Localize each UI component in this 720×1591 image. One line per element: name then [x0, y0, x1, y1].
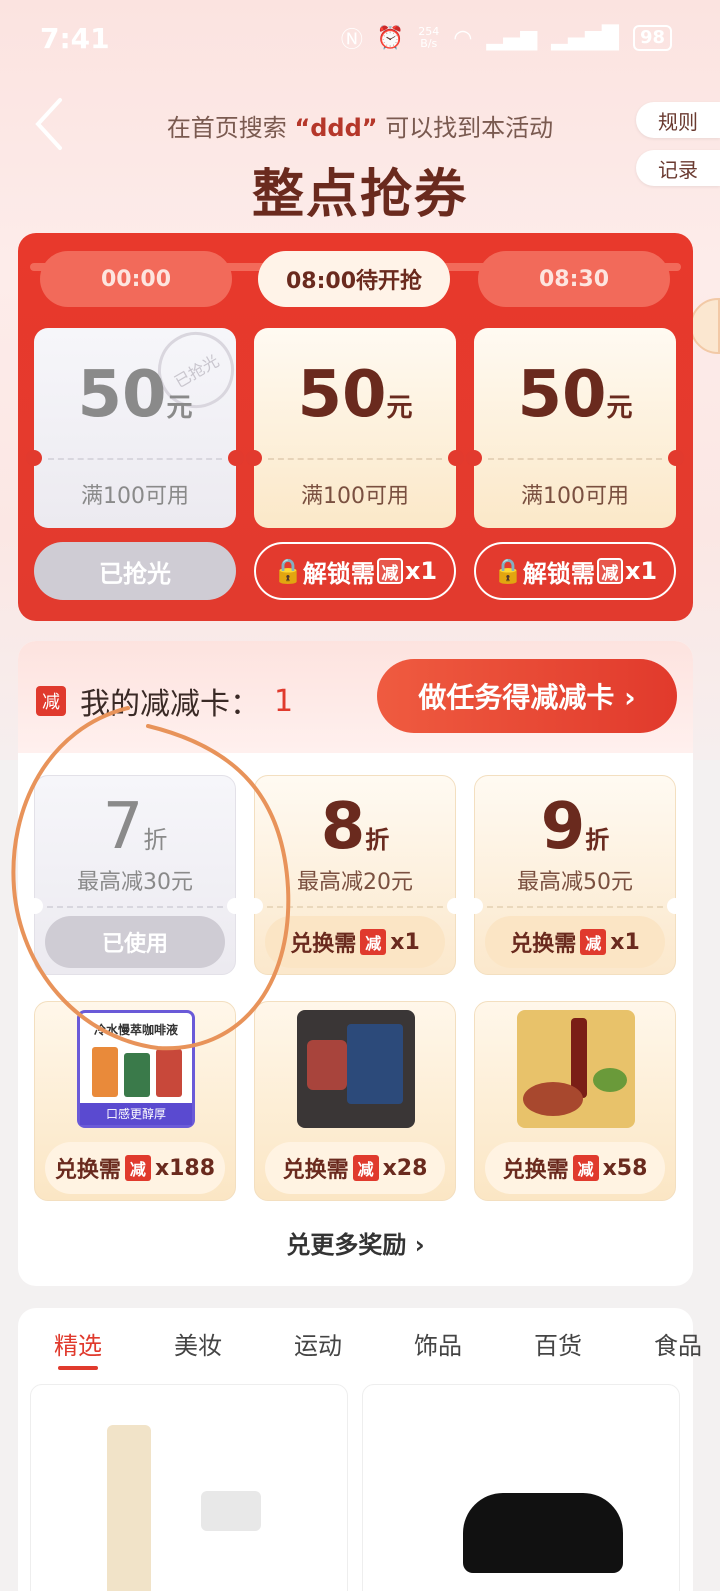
- jian-icon: 减: [580, 929, 607, 955]
- exchange-button[interactable]: 兑换需减 x1: [485, 916, 665, 968]
- unlock-button[interactable]: 🔒 解锁需减 x1: [474, 542, 676, 600]
- coupon-condition: 满100可用: [521, 484, 629, 509]
- jian-icon: 减: [352, 1155, 379, 1181]
- jian-icon: 减: [360, 929, 387, 955]
- tab-featured[interactable]: 精选: [54, 1326, 174, 1361]
- nfc-icon: Ⓝ: [340, 28, 363, 53]
- exchange-button[interactable]: 兑换需减 x28: [265, 1142, 445, 1194]
- rules-button[interactable]: 规则: [636, 102, 720, 138]
- product-image-steak: [297, 1010, 415, 1128]
- product-image-sauce: [517, 1010, 635, 1128]
- coupon-card: 50元 满100可用: [466, 328, 684, 528]
- category-section: 精选 美妆 运动 饰品 百货 食品: [18, 1308, 702, 1591]
- category-tabs: 精选 美妆 运动 饰品 百货 食品: [54, 1326, 720, 1361]
- hourly-coupon-panel: 00:00 08:00待开抢 08:30 已抢光 50元 满100可用 50元 …: [18, 233, 693, 621]
- page-title: 整点抢券: [251, 165, 468, 225]
- coupon-condition: 满100可用: [81, 484, 189, 509]
- tab-general[interactable]: 百货: [534, 1326, 654, 1361]
- coupon-card: 已抢光 50元 满100可用: [26, 318, 248, 528]
- tab-accessories[interactable]: 饰品: [414, 1326, 534, 1361]
- status-time: 7:41: [40, 22, 110, 55]
- annotation-circle: [11, 706, 291, 1051]
- battery-icon: 98: [632, 25, 672, 51]
- slot-0800[interactable]: 08:00待开抢: [258, 251, 450, 307]
- earn-cards-button[interactable]: 做任务得减减卡 ›: [377, 659, 677, 733]
- jian-icon: 减: [376, 558, 403, 584]
- wifi-icon: ◠: [453, 25, 473, 51]
- discount-card: 9折 最高减50元 兑换需减 x1: [467, 775, 683, 975]
- lock-icon: 🔒: [272, 557, 303, 585]
- jian-icon: 减: [596, 558, 623, 584]
- slot-0000[interactable]: 00:00: [40, 251, 232, 307]
- more-rewards-link[interactable]: 兑更多奖励 ›: [18, 1225, 693, 1260]
- unlock-button[interactable]: 🔒 解锁需减 x1: [254, 542, 456, 600]
- coupon-condition: 满100可用: [301, 484, 409, 509]
- tab-sports[interactable]: 运动: [294, 1326, 414, 1361]
- signal-icon-2: ▂▄▆█: [551, 25, 619, 51]
- tab-underline: [58, 1366, 98, 1370]
- product-card[interactable]: [362, 1384, 680, 1591]
- lock-icon: 🔒: [492, 557, 523, 585]
- alarm-icon: ⏰: [376, 25, 405, 51]
- coupon-card: 50元 满100可用: [246, 328, 464, 528]
- status-icons: Ⓝ ⏰ 254 B/s ◠ ▂▄▆ ▂▄▆█ 98: [341, 22, 672, 54]
- jian-icon: 减: [124, 1155, 151, 1181]
- search-hint: 在首页搜索 “ddd” 可以找到本活动: [166, 114, 554, 142]
- records-button[interactable]: 记录: [636, 150, 720, 186]
- exchange-button[interactable]: 兑换需减 x188: [45, 1142, 225, 1194]
- network-speed: 254 B/s: [418, 25, 440, 50]
- tab-food[interactable]: 食品: [654, 1326, 720, 1361]
- product-card[interactable]: [30, 1384, 348, 1591]
- reward-product[interactable]: 兑换需减 x58: [474, 1001, 676, 1201]
- sold-out-button[interactable]: 已抢光: [34, 542, 236, 600]
- jian-icon: 减: [572, 1155, 599, 1181]
- exchange-button[interactable]: 兑换需减 x58: [485, 1142, 665, 1194]
- slot-0830[interactable]: 08:30: [478, 251, 670, 307]
- signal-icon: ▂▄▆: [486, 25, 538, 51]
- tab-beauty[interactable]: 美妆: [174, 1326, 294, 1361]
- status-bar: 7:41 Ⓝ ⏰ 254 B/s ◠ ▂▄▆ ▂▄▆█ 98: [0, 0, 720, 80]
